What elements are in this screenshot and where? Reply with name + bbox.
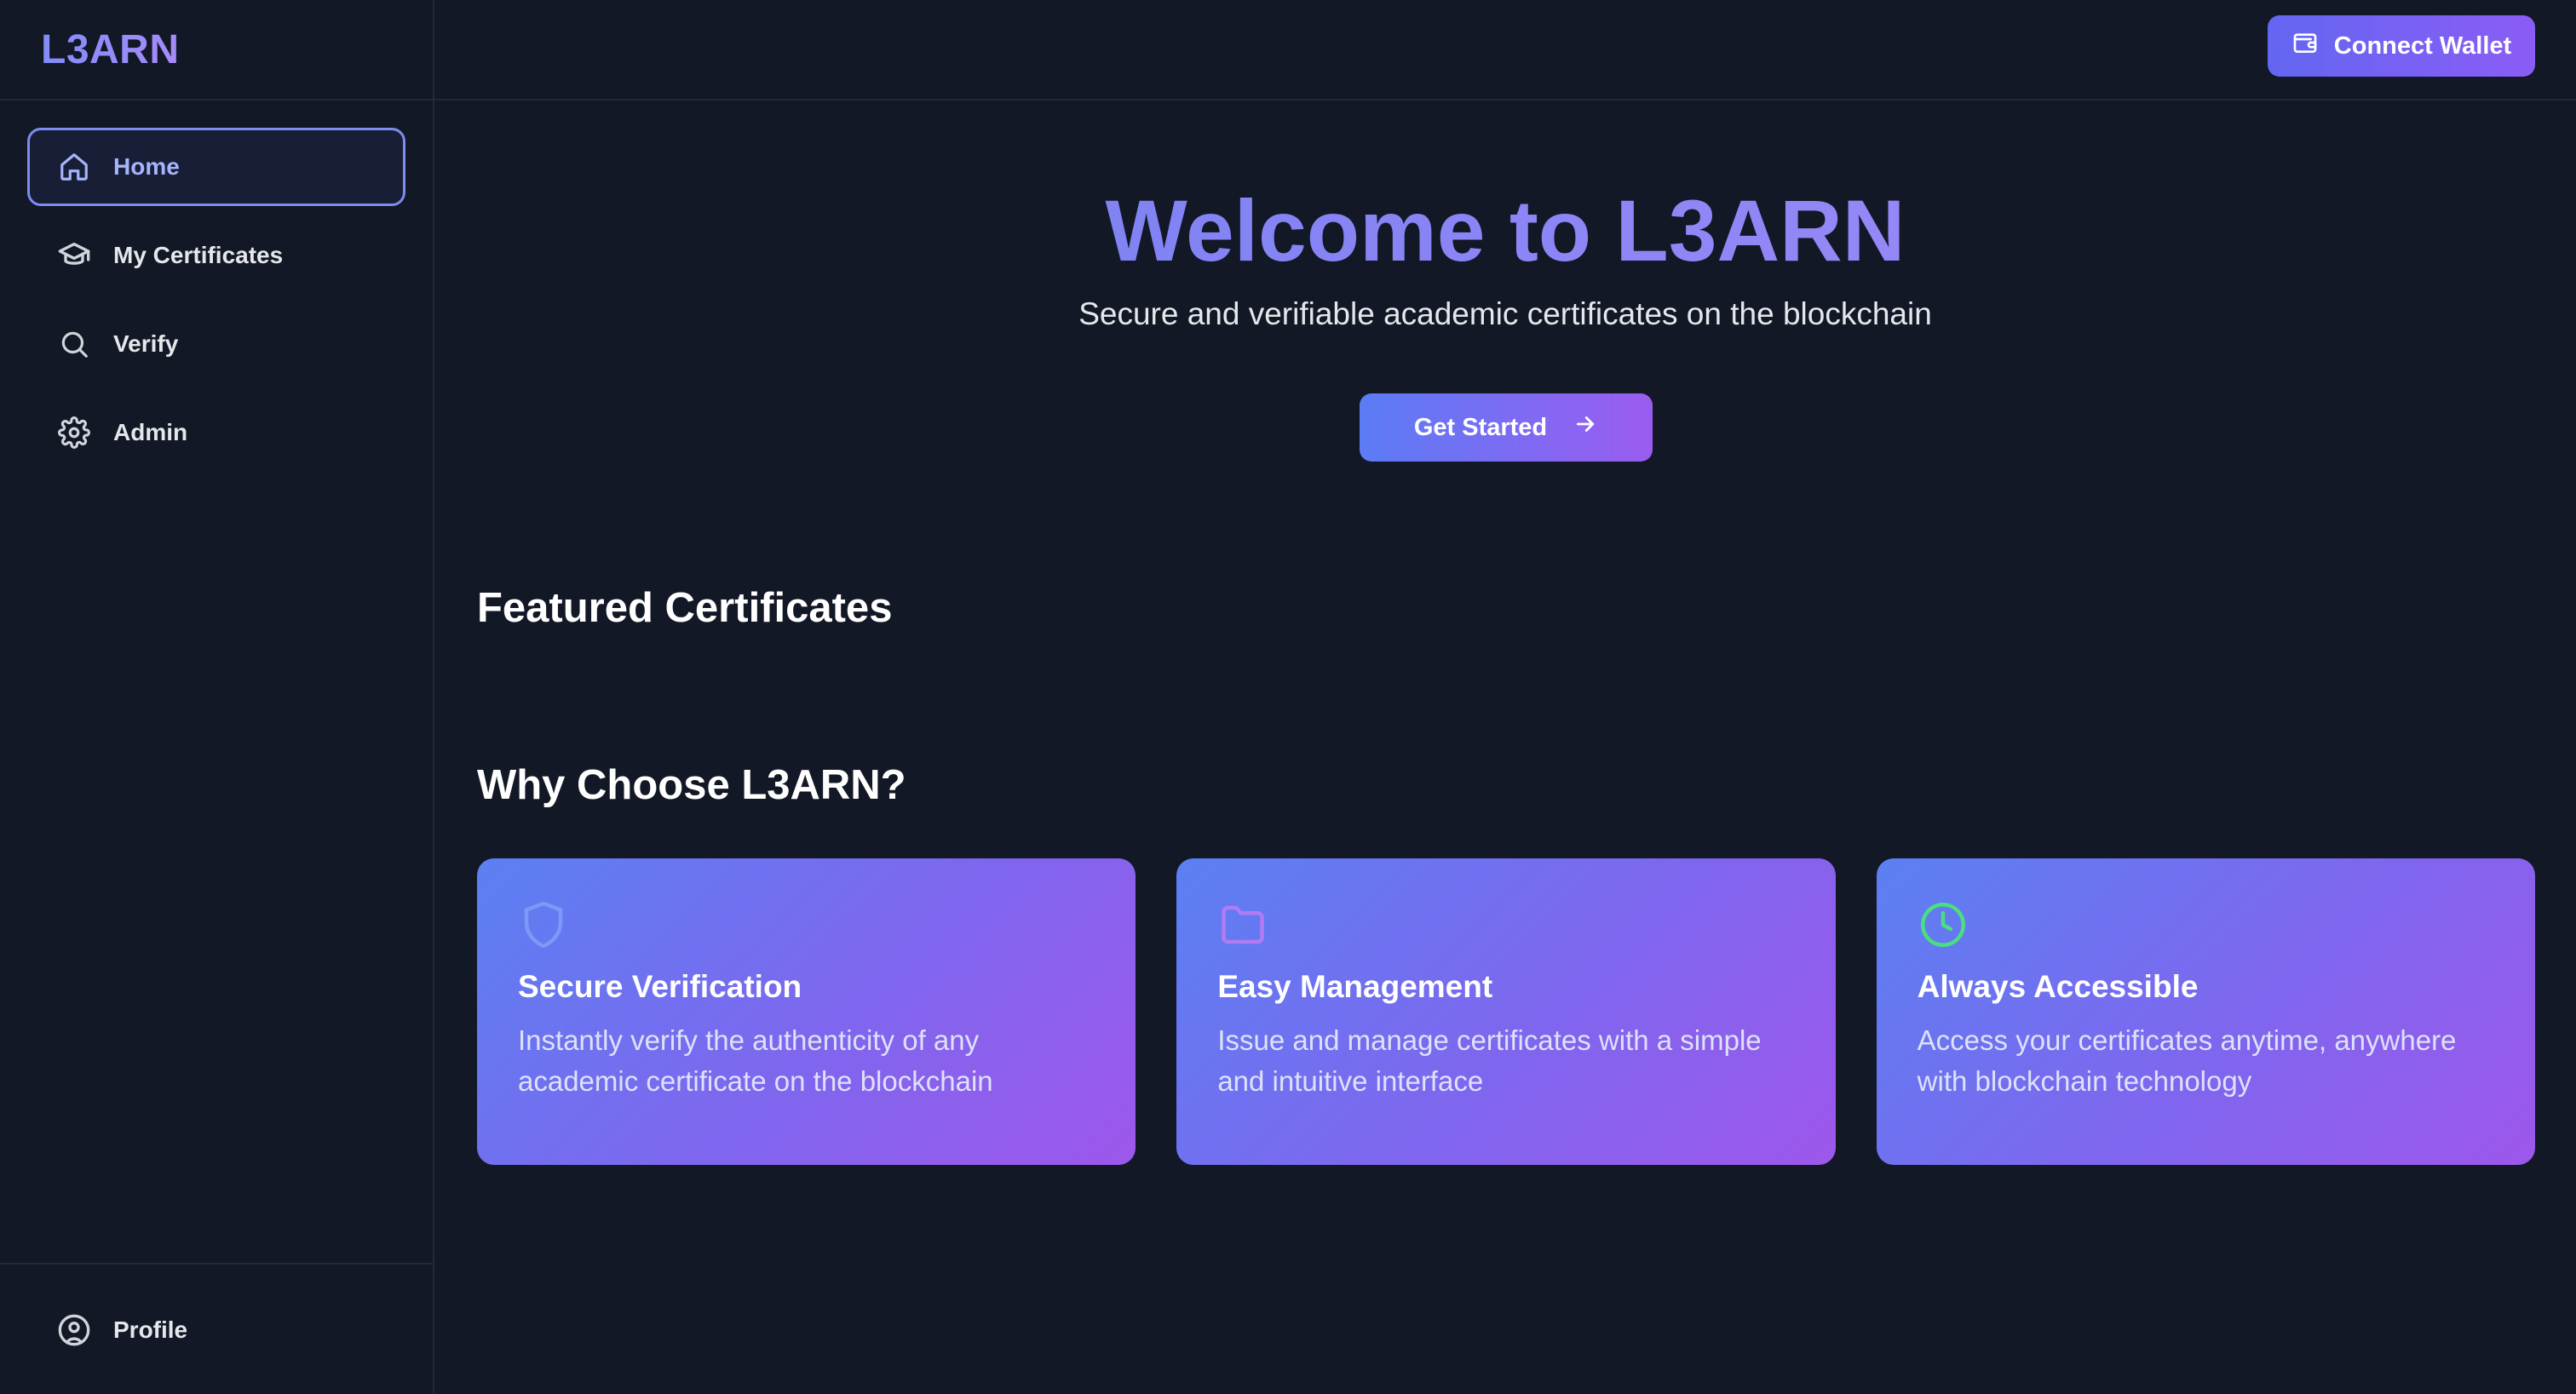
logo-row: L3ARN [0, 0, 433, 100]
sidebar-item-label: Profile [113, 1317, 188, 1343]
gear-icon [57, 416, 91, 450]
top-bar: Connect Wallet [434, 0, 2576, 100]
get-started-button[interactable]: Get Started [1360, 393, 1653, 462]
sidebar-item-label: My Certificates [113, 242, 284, 268]
hero-subtitle: Secure and verifiable academic certifica… [1078, 296, 1932, 331]
graduation-cap-icon [57, 238, 91, 272]
sidebar-item-admin[interactable]: Admin [27, 393, 405, 472]
folder-icon [1222, 905, 1265, 944]
sidebar-item-label: Verify [113, 330, 179, 357]
feature-description: Issue and manage certificates with a sim… [1217, 1024, 1762, 1097]
sidebar-item-home[interactable]: Home [27, 128, 405, 206]
feature-card-always-accessible: Always Accessible Access your certificat… [1876, 858, 2535, 1165]
sidebar-item-label: Home [113, 153, 180, 180]
page-title: Welcome to L3ARN [434, 179, 2576, 283]
arrow-right-icon [1573, 411, 1598, 444]
feature-title: Always Accessible [1917, 969, 2199, 1004]
feature-card-secure-verification: Secure Verification Instantly verify the… [477, 858, 1136, 1165]
feature-description: Access your certificates anytime, anywhe… [1917, 1024, 2457, 1097]
feature-title: Easy Management [1217, 969, 1493, 1004]
shield-icon [524, 901, 563, 949]
feature-cards: Secure Verification Instantly verify the… [477, 858, 2535, 1165]
sidebar-nav: Home My Certificates Verify Admin [0, 100, 433, 472]
sidebar-item-profile[interactable]: Profile [27, 1291, 405, 1369]
feature-title: Secure Verification [518, 969, 802, 1004]
feature-card-easy-management: Easy Management Issue and manage certifi… [1176, 858, 1836, 1165]
user-circle-icon [57, 1313, 91, 1347]
app-logo[interactable]: L3ARN [41, 26, 180, 73]
clock-icon [1920, 903, 1965, 947]
wallet-icon [2291, 29, 2319, 63]
connect-wallet-button[interactable]: Connect Wallet [2268, 15, 2535, 77]
featured-certificates-heading: Featured Certificates [477, 585, 893, 631]
get-started-label: Get Started [1413, 413, 1548, 441]
sidebar-footer: Profile [0, 1263, 433, 1394]
feature-description: Instantly verify the authenticity of any… [518, 1024, 993, 1097]
sidebar-item-label: Admin [113, 419, 188, 445]
why-choose-heading: Why Choose L3ARN? [477, 762, 906, 808]
home-icon [57, 150, 91, 184]
connect-wallet-label: Connect Wallet [2333, 32, 2512, 60]
sidebar-item-verify[interactable]: Verify [27, 305, 405, 383]
sidebar-item-my-certificates[interactable]: My Certificates [27, 216, 405, 295]
search-icon [57, 327, 91, 361]
app-root: L3ARN Home My Certificates Verify Admin … [0, 0, 2576, 1394]
sidebar: L3ARN Home My Certificates Verify Admin … [0, 0, 434, 1394]
main-content: Welcome to L3ARN Secure and verifiable a… [434, 102, 2576, 1394]
